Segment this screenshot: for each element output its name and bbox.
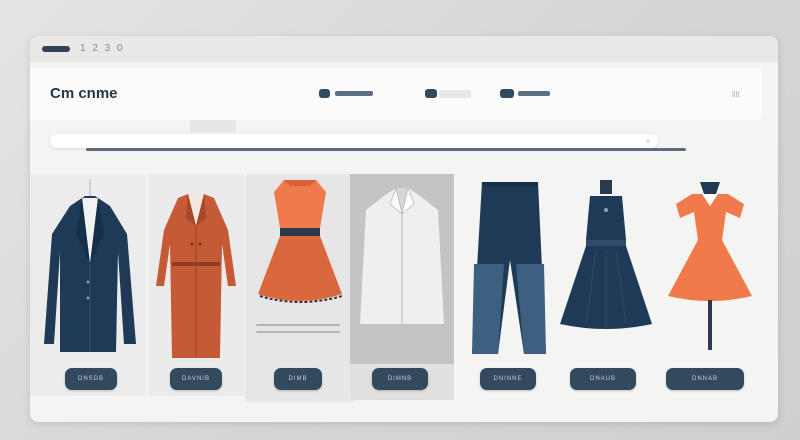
product-card[interactable]: DNNAB xyxy=(656,174,764,396)
product-button[interactable]: DIMNB xyxy=(372,368,428,390)
product-button[interactable]: DIMB xyxy=(274,368,322,390)
product-button[interactable]: DNINNE xyxy=(480,368,536,390)
product-button[interactable]: DAVNIB xyxy=(170,368,222,390)
product-card[interactable]: DNINNE xyxy=(458,174,558,396)
nav-3-icon xyxy=(500,89,514,98)
navy-trousers-image xyxy=(472,182,546,354)
product-card[interactable]: DNAUB xyxy=(556,174,656,396)
product-card[interactable]: DIMNB xyxy=(350,174,454,400)
orange-dress-image xyxy=(258,180,343,303)
nav-1-label xyxy=(335,91,373,96)
product-card[interactable]: DNSDB xyxy=(30,174,146,396)
nav-item-2[interactable] xyxy=(425,89,485,99)
header-right-text[interactable]: lllt xyxy=(732,90,740,99)
orange-dress-2-image xyxy=(668,182,752,350)
nav-2-label xyxy=(439,90,471,98)
nav-item-3[interactable] xyxy=(500,89,560,99)
nav-1-icon xyxy=(319,89,330,98)
nav-2-icon xyxy=(425,89,437,98)
title-bar: 1 2 3 0 xyxy=(30,36,778,62)
nav-3-label xyxy=(518,91,550,96)
product-button[interactable]: DNSDB xyxy=(65,368,117,390)
site-logo[interactable]: Cm cnme xyxy=(50,85,118,102)
nav-item-1[interactable] xyxy=(319,89,389,99)
price-lines xyxy=(256,324,340,338)
search-icon[interactable] xyxy=(646,139,650,143)
app-window: 1 2 3 0 Cm cnme lllt DNSDB DAVNIB DIMB D… xyxy=(30,36,778,422)
site-header: Cm cnme lllt xyxy=(30,68,762,120)
navy-dress-image xyxy=(560,180,652,329)
product-button[interactable]: DNAUB xyxy=(570,368,636,390)
product-grid: DNSDB DAVNIB DIMB DIMNB DNINNE DNAUB DNN… xyxy=(30,174,778,422)
grey-shirt-image xyxy=(350,174,454,364)
product-button[interactable]: DNNAB xyxy=(666,368,744,390)
title-text: 1 2 3 0 xyxy=(80,43,125,54)
rust-coat-image xyxy=(156,194,236,358)
product-card[interactable]: DAVNIB xyxy=(148,174,244,396)
menu-pill-icon[interactable] xyxy=(42,46,70,52)
search-input[interactable] xyxy=(50,134,658,148)
sub-tab[interactable] xyxy=(190,120,236,132)
product-card-selected[interactable]: DIMB xyxy=(246,174,354,400)
navy-blazer-image xyxy=(44,179,136,352)
search-underline xyxy=(86,148,686,151)
